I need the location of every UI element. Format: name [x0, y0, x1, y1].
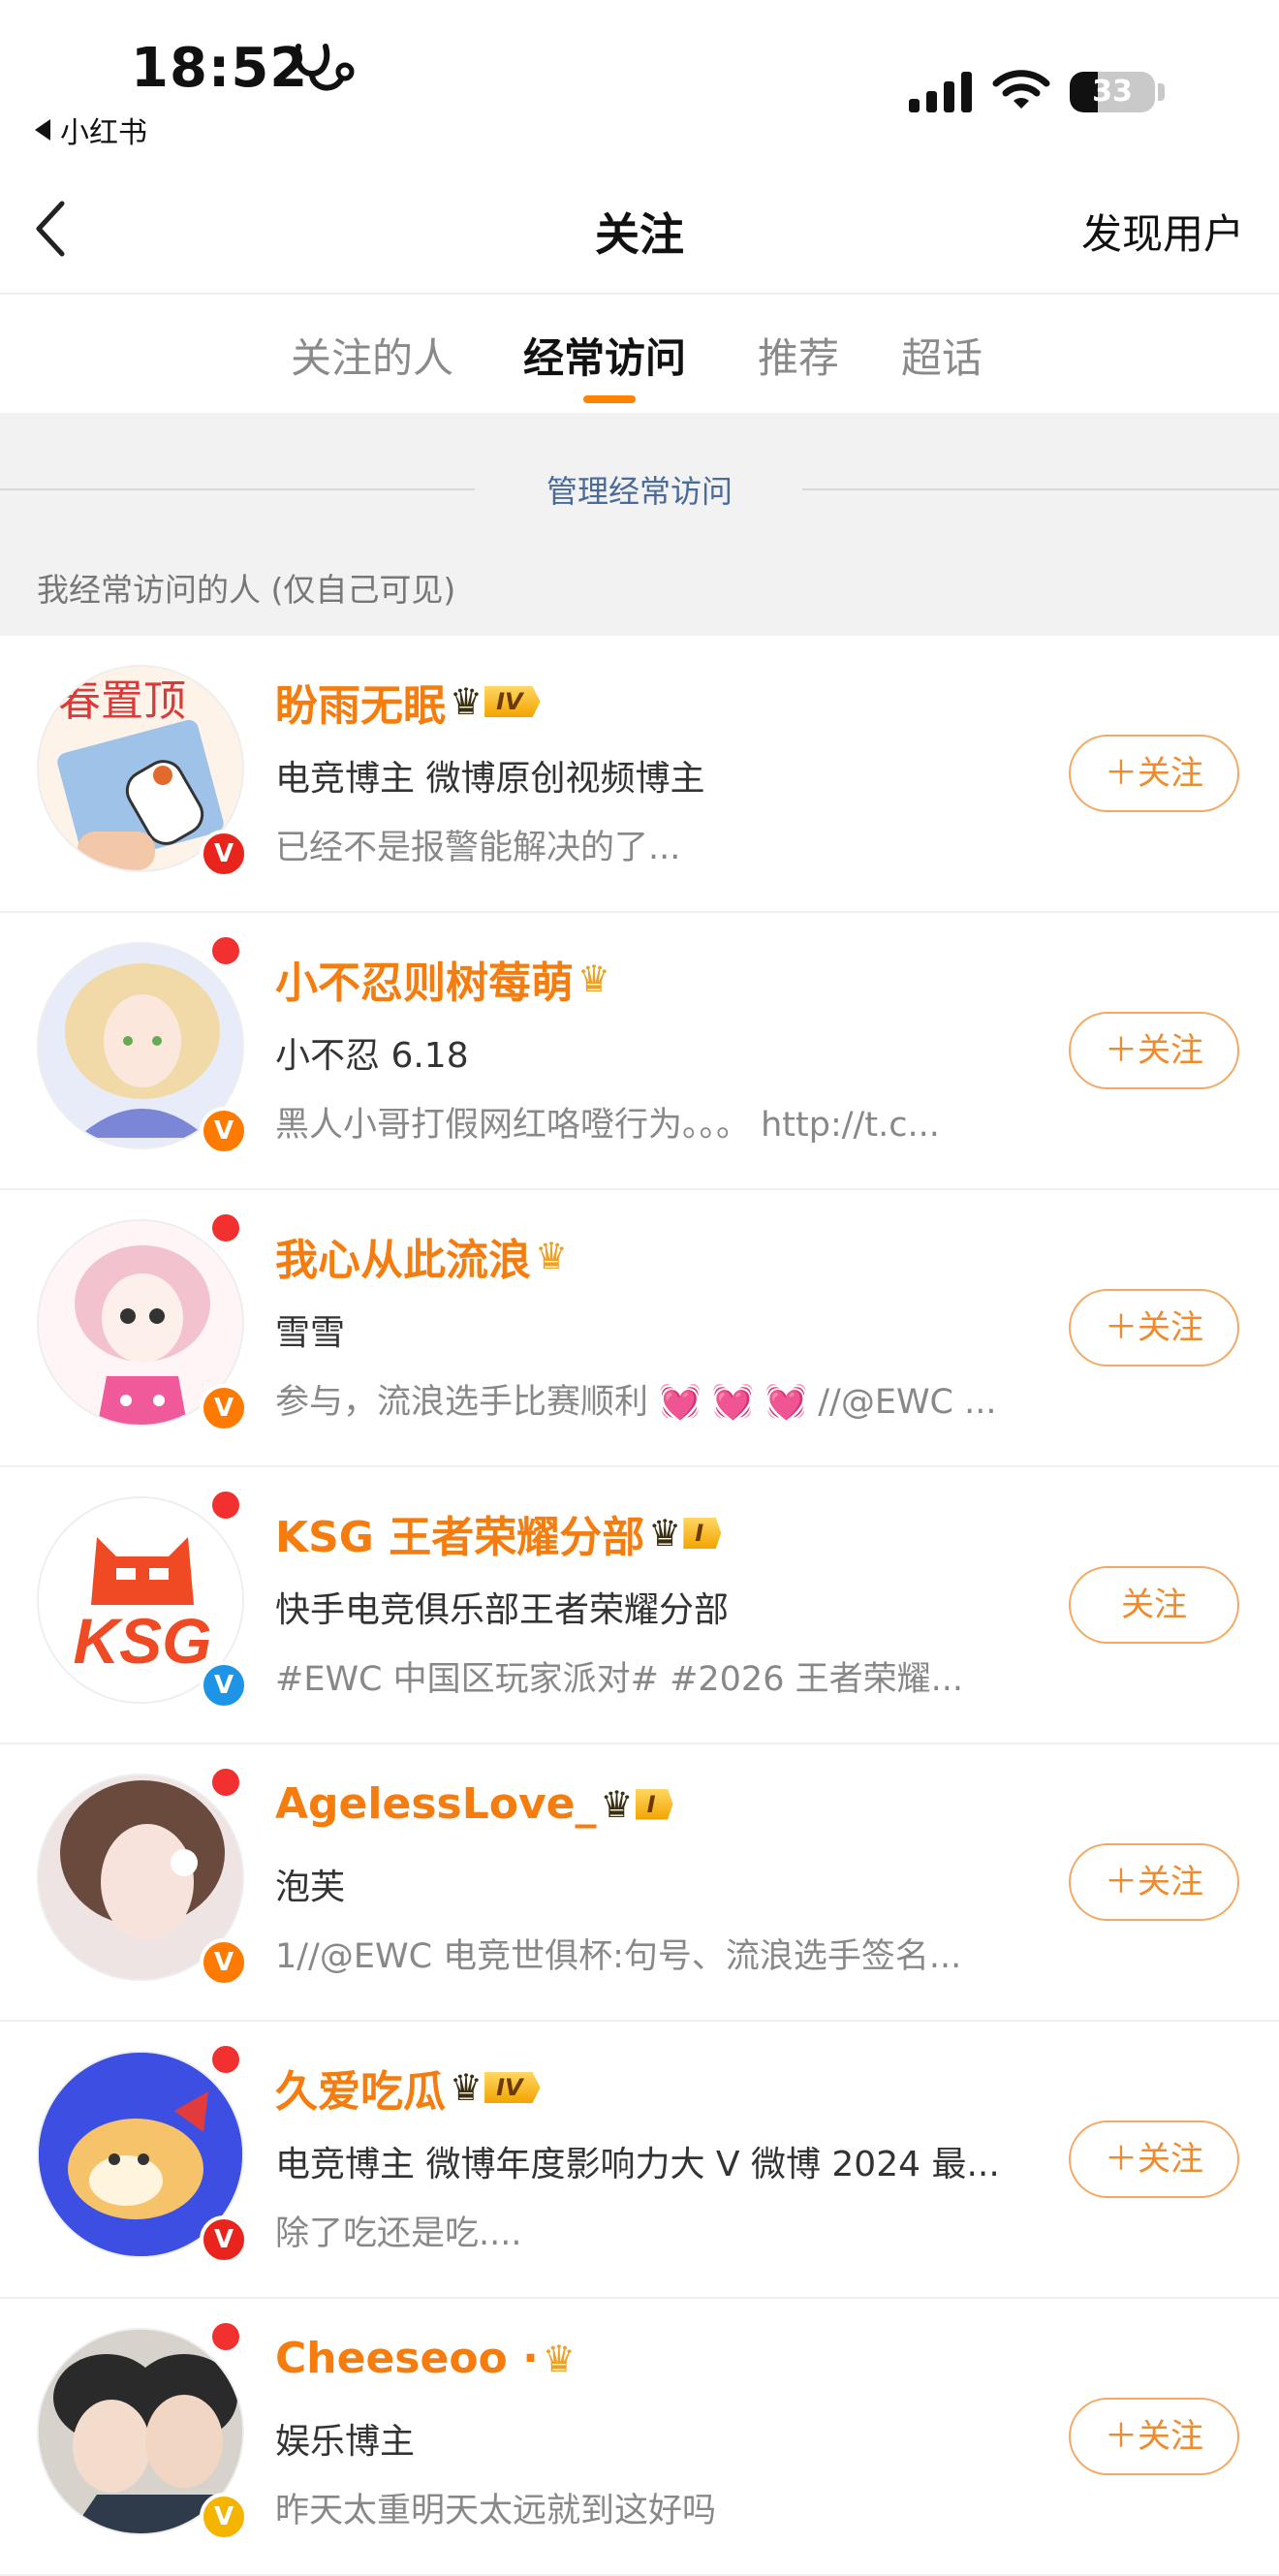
user-row[interactable]: KSG V KSG 王者荣耀分部 ♛ I 快手电竞俱乐部王者荣耀分部 #EWC 中…: [0, 1467, 1279, 1744]
user-description: 娱乐博主: [275, 2422, 416, 2462]
follow-button[interactable]: ＋关注: [1069, 735, 1239, 812]
status-bar: 18:52 小红书 33: [0, 0, 1279, 165]
follow-button[interactable]: ＋关注: [1069, 1289, 1239, 1367]
user-latest-post: 昨天太重明天太远就到这好吗: [275, 2492, 717, 2530]
battery-tip: [1158, 83, 1165, 101]
verified-badge-icon: V: [200, 1938, 248, 1987]
user-name-row[interactable]: AgelessLove_ ♛ I: [275, 1779, 673, 1829]
follow-button[interactable]: ＋关注: [1069, 2398, 1239, 2475]
user-name-row[interactable]: Cheeseoo · ♛: [275, 2334, 576, 2383]
manage-frequent-visits-link[interactable]: 管理经常访问: [0, 467, 1279, 512]
status-time: 18:52: [131, 37, 309, 100]
user-description: 电竞博主 微博原创视频博主: [275, 759, 705, 799]
user-latest-post: 除了吃还是吃....: [275, 2215, 522, 2253]
verified-badge-icon: V: [200, 1107, 248, 1155]
active-tab-indicator: [583, 395, 636, 403]
svg-text:春置顶: 春置顶: [58, 677, 186, 725]
verified-badge-icon: V: [200, 1661, 248, 1710]
membership-level: IV: [484, 686, 541, 717]
user-latest-post: #EWC 中国区玩家派对# #2026 王者荣耀...: [275, 1660, 963, 1699]
user-latest-post: 参与，流浪选手比赛顺利 💓 💓 💓 //@EWC ...: [275, 1383, 997, 1422]
discover-users-button[interactable]: 发现用户: [1081, 202, 1244, 261]
verified-badge-icon: V: [200, 2215, 248, 2264]
unread-dot: [209, 2043, 242, 2076]
membership-crown-icon: ♛: [535, 1235, 569, 1277]
user-description: 雪雪: [275, 1313, 346, 1353]
battery-indicator: 33: [1070, 72, 1155, 112]
unread-dot: [209, 1766, 242, 1799]
back-to-app-button[interactable]: 小红书: [35, 109, 147, 151]
user-row[interactable]: V 久爱吃瓜 ♛ IV 电竞博主 微博年度影响力大 V 微博 2024 最... …: [0, 2022, 1279, 2299]
user-name-row[interactable]: 盼雨无眠 ♛ IV: [275, 671, 541, 733]
membership-crown-icon: ♛ I: [600, 1783, 673, 1826]
membership-crown-icon: ♛: [577, 958, 611, 1000]
user-name-row[interactable]: 小不忍则树莓萌 ♛: [275, 948, 610, 1010]
user-latest-post: 已经不是报警能解决的了...: [275, 829, 681, 867]
tab-bar: 关注的人 经常访问 推荐 超话: [0, 293, 1279, 413]
user-name: Cheeseoo ·: [275, 2334, 539, 2383]
verified-badge-icon: V: [200, 2493, 248, 2541]
tab-recommended[interactable]: 推荐: [758, 326, 839, 385]
back-app-label: 小红书: [60, 116, 147, 150]
unread-dot: [209, 1489, 242, 1522]
follow-button[interactable]: ＋关注: [1069, 1843, 1239, 1921]
tab-frequent-visits[interactable]: 经常访问: [523, 326, 686, 385]
user-row[interactable]: V Cheeseoo · ♛ 娱乐博主 昨天太重明天太远就到这好吗 ＋关注: [0, 2299, 1279, 2576]
user-name: AgelessLove_: [275, 1779, 597, 1829]
membership-level: I: [683, 1518, 722, 1549]
verified-badge-icon: V: [200, 830, 248, 878]
user-row[interactable]: V AgelessLove_ ♛ I 泡芙 1//@EWC 电竞世俱杯:句号、流浪…: [0, 1744, 1279, 2022]
user-name: 久爱吃瓜: [275, 2067, 446, 2117]
follow-button[interactable]: ＋关注: [1069, 2120, 1239, 2198]
user-description: 电竞博主 微博年度影响力大 V 微博 2024 最...: [275, 2145, 1000, 2184]
membership-crown-icon: ♛ I: [648, 1512, 722, 1555]
battery-level: 33: [1092, 75, 1133, 109]
user-description: 快手电竞俱乐部王者荣耀分部: [275, 1590, 730, 1630]
follow-button[interactable]: 关注: [1069, 1566, 1239, 1644]
membership-crown-icon: ♛ IV: [450, 2066, 541, 2109]
unread-dot: [209, 2320, 242, 2353]
frequent-visits-header: 管理经常访问 我经常访问的人 (仅自己可见): [0, 413, 1279, 636]
user-list: 春置顶 V 盼雨无眠 ♛ IV 电竞博主 微博原创视频博主 已经不是报警能解决的了…: [0, 636, 1279, 2576]
membership-crown-icon: ♛: [542, 2337, 576, 2380]
user-latest-post: 黑人小哥打假网红咯噔行为。。。 http://t.c...: [275, 1106, 940, 1145]
user-latest-post: 1//@EWC 电竞世俱杯:句号、流浪选手签名...: [275, 1937, 962, 1976]
tab-following[interactable]: 关注的人: [291, 326, 453, 385]
unread-dot: [209, 934, 242, 967]
user-row[interactable]: V 小不忍则树莓萌 ♛ 小不忍 6.18 黑人小哥打假网红咯噔行为。。。 htt…: [0, 913, 1279, 1190]
user-name: KSG 王者荣耀分部: [275, 1513, 645, 1562]
stethoscope-icon: [294, 44, 355, 91]
user-name: 我心从此流浪: [275, 1236, 531, 1285]
user-name-row[interactable]: 久爱吃瓜 ♛ IV: [275, 2057, 541, 2119]
user-name: 盼雨无眠: [275, 681, 446, 731]
unread-dot: [209, 1211, 242, 1244]
wifi-icon: [992, 70, 1050, 109]
cellular-signal-icon: [909, 72, 972, 112]
navigation-bar: 关注 发现用户: [0, 165, 1279, 295]
user-row[interactable]: V 我心从此流浪 ♛ 雪雪 参与，流浪选手比赛顺利 💓 💓 💓 //@EWC .…: [0, 1190, 1279, 1467]
tab-super-topics[interactable]: 超话: [901, 326, 983, 385]
membership-level: I: [635, 1788, 673, 1820]
user-name-row[interactable]: KSG 王者荣耀分部 ♛ I: [275, 1502, 722, 1564]
user-name-row[interactable]: 我心从此流浪 ♛: [275, 1225, 568, 1287]
verified-badge-icon: V: [200, 1384, 248, 1432]
section-caption: 我经常访问的人 (仅自己可见): [37, 571, 456, 609]
user-description: 泡芙: [275, 1868, 346, 1907]
back-triangle-icon: [35, 119, 50, 141]
svg-text:KSG: KSG: [73, 1605, 211, 1677]
membership-crown-icon: ♛ IV: [450, 680, 541, 723]
follow-button[interactable]: ＋关注: [1069, 1012, 1239, 1089]
user-name: 小不忍则树莓萌: [275, 958, 574, 1008]
user-description: 小不忍 6.18: [275, 1036, 469, 1076]
membership-level: IV: [484, 2072, 541, 2103]
user-row[interactable]: 春置顶 V 盼雨无眠 ♛ IV 电竞博主 微博原创视频博主 已经不是报警能解决的了…: [0, 636, 1279, 913]
